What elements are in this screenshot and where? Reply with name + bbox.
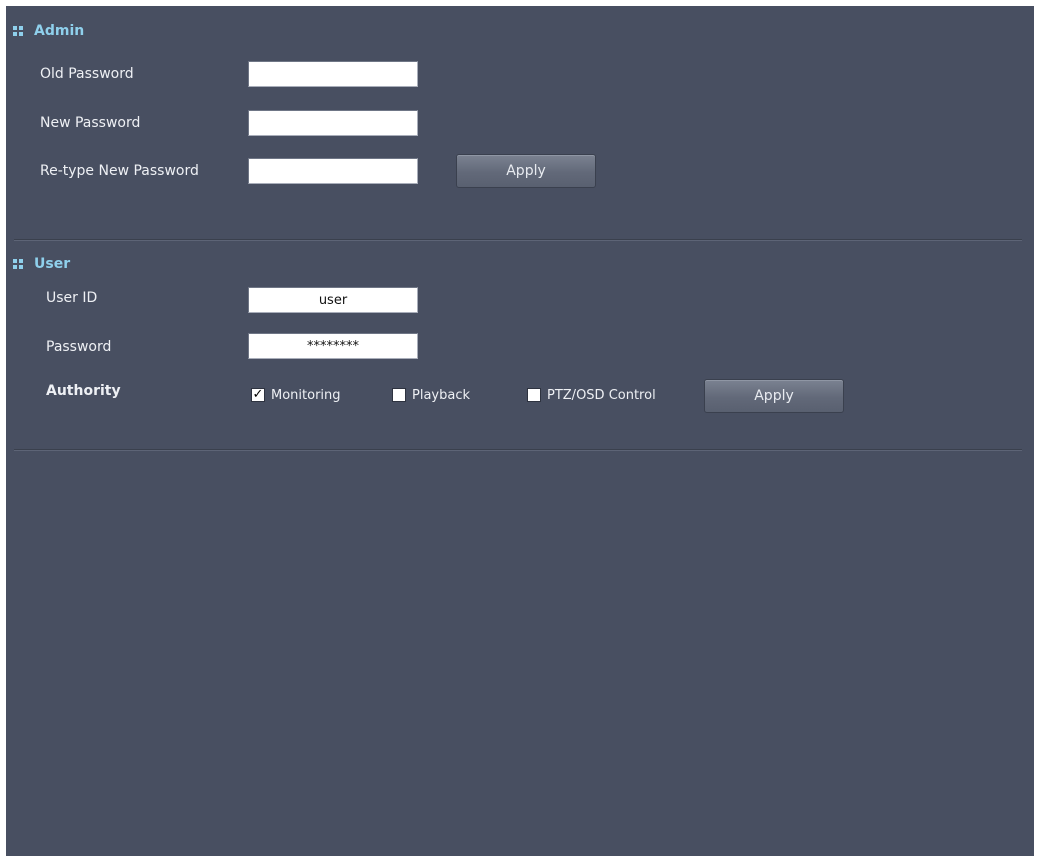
authority-label: Authority (46, 383, 121, 399)
admin-apply-button[interactable]: Apply (456, 154, 596, 188)
grip-icon (12, 258, 24, 270)
user-id-label: User ID (46, 290, 98, 306)
grip-icon (12, 25, 24, 37)
user-id-input[interactable] (248, 287, 418, 313)
old-password-label: Old Password (40, 66, 134, 82)
playback-checkbox[interactable]: Playback (392, 385, 470, 405)
retype-password-label: Re-type New Password (40, 163, 199, 179)
section-divider (14, 239, 1022, 241)
new-password-input[interactable] (248, 110, 418, 136)
user-section-title: User (34, 256, 71, 272)
old-password-input[interactable] (248, 61, 418, 87)
playback-checkbox-label: Playback (412, 387, 471, 403)
ptz-osd-control-checkbox-label: PTZ/OSD Control (547, 387, 656, 403)
checkmark-icon: ✓ (251, 387, 265, 402)
password-input[interactable] (248, 333, 418, 359)
monitoring-checkbox-label: Monitoring (271, 387, 341, 403)
password-label: Password (46, 339, 112, 355)
admin-section-title: Admin (34, 23, 85, 39)
checkbox-box (392, 388, 406, 402)
ptz-osd-control-checkbox[interactable]: PTZ/OSD Control (527, 385, 656, 405)
admin-section-header: Admin (12, 21, 84, 41)
new-password-label: New Password (40, 115, 141, 131)
user-apply-button[interactable]: Apply (704, 379, 844, 413)
section-divider (14, 449, 1022, 451)
retype-password-input[interactable] (248, 158, 418, 184)
settings-panel: Admin Old Password New Password Re-type … (6, 6, 1034, 856)
checkbox-box (527, 388, 541, 402)
user-section-header: User (12, 254, 70, 274)
monitoring-checkbox[interactable]: ✓ Monitoring (251, 385, 341, 405)
